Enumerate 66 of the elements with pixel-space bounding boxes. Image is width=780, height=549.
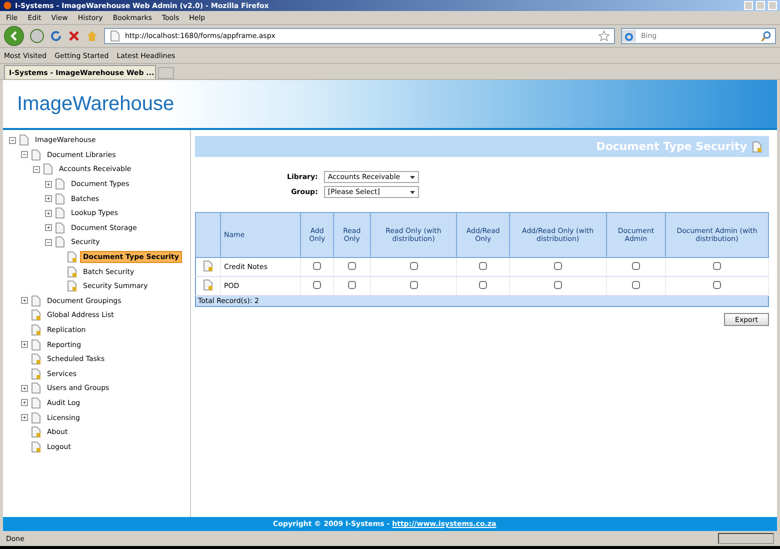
checkbox[interactable] [632,281,640,289]
checkbox[interactable] [632,262,640,270]
expand-icon[interactable] [45,210,52,217]
locked-document-icon [66,251,78,264]
checkbox[interactable] [348,281,356,289]
expand-icon[interactable] [45,224,52,232]
locked-document-icon [202,279,214,291]
expand-icon[interactable] [21,414,28,422]
checkbox[interactable] [348,262,356,270]
dropdown-arrow-icon [410,176,415,178]
locked-document-icon [30,368,42,380]
locked-document-icon [30,309,42,322]
checkbox[interactable] [313,281,322,289]
checkbox[interactable] [410,281,418,289]
document-icon [54,207,66,220]
document-icon [18,134,30,146]
checkbox[interactable] [554,262,562,270]
logo: ImageWarehouse [17,92,174,116]
locked-document-icon [30,353,42,366]
expand-icon[interactable] [21,341,28,348]
checkbox[interactable] [479,262,488,270]
forward-button[interactable] [30,29,44,43]
document-icon [42,163,54,176]
reload-icon[interactable] [50,30,62,42]
document-icon [54,222,66,234]
expand-icon[interactable] [21,399,28,406]
expand-icon[interactable] [45,180,52,188]
star-icon[interactable] [598,30,610,42]
page-title: Document Type Security [596,140,747,153]
collapse-icon[interactable] [33,166,40,173]
locked-document-icon [751,140,763,152]
checkbox[interactable] [479,281,488,289]
document-icon [30,412,42,424]
browser-logo-icon [3,1,12,10]
document-icon [30,382,42,394]
collapse-icon[interactable] [21,151,28,158]
search-icon[interactable] [760,30,772,42]
dropdown-arrow-icon [410,190,415,194]
checkbox[interactable] [712,262,721,270]
document-icon [30,294,42,307]
search-engine-icon[interactable] [622,30,636,42]
document-icon [30,148,42,161]
document-icon [30,338,42,351]
collapse-icon[interactable] [45,238,52,246]
locked-document-icon [30,324,42,336]
checkbox[interactable] [410,262,418,270]
expand-icon[interactable] [45,195,52,202]
document-icon [109,30,121,42]
locked-document-icon [66,280,78,292]
document-icon [54,178,66,190]
checkbox[interactable] [313,262,322,270]
checkbox[interactable] [712,281,721,289]
document-icon [54,236,66,248]
document-icon [30,396,42,409]
locked-document-icon [30,426,42,438]
expand-icon[interactable] [21,384,28,392]
collapse-icon[interactable] [9,136,16,144]
expand-icon[interactable] [21,297,28,304]
locked-document-icon [66,266,78,278]
locked-document-icon [30,440,42,453]
back-button[interactable] [4,26,24,46]
checkbox[interactable] [554,281,562,289]
stop-icon[interactable] [68,30,80,42]
locked-document-icon [202,260,214,272]
status-panel [718,533,774,544]
document-icon [54,192,66,205]
